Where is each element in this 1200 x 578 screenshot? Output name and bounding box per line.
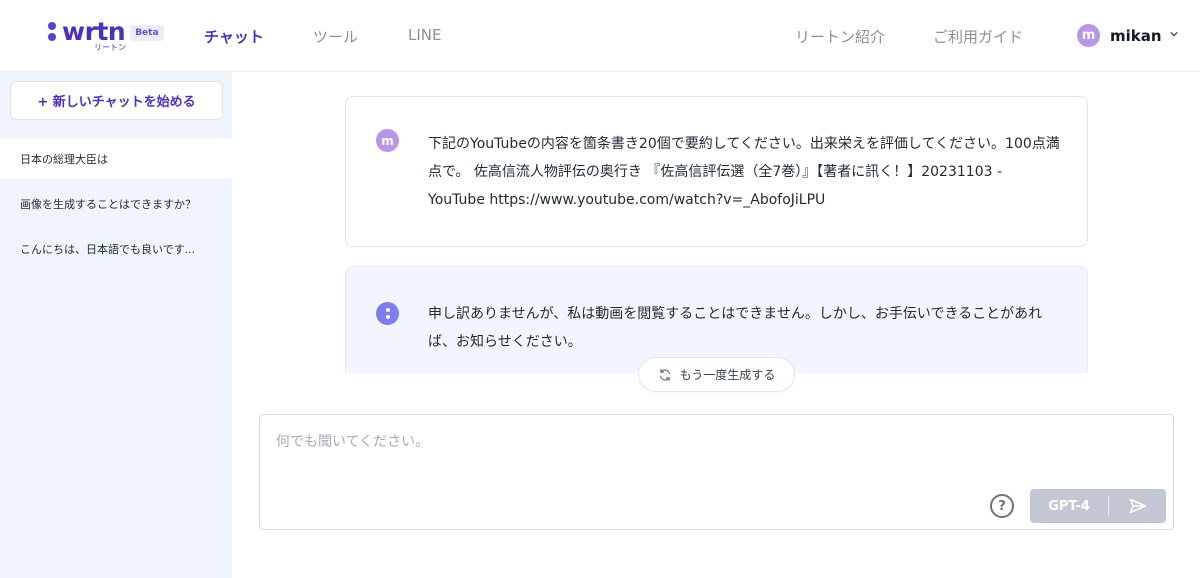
- regenerate-button[interactable]: もう一度生成する: [638, 357, 795, 392]
- nav-line[interactable]: LINE: [408, 26, 441, 44]
- nav-about-wrtn[interactable]: リートン紹介: [795, 26, 885, 47]
- user-message-text: 下記のYouTubeの内容を箇条書き20個で要約してください。出来栄えを評価して…: [428, 136, 1060, 208]
- nav-usage-guide[interactable]: ご利用ガイド: [933, 26, 1023, 47]
- history-item[interactable]: こんにちは、日本語でも良いです...: [0, 229, 232, 269]
- help-icon[interactable]: ?: [990, 494, 1014, 518]
- user-avatar: m: [1077, 24, 1100, 47]
- user-name: mikan: [1110, 26, 1162, 45]
- regenerate-label: もう一度生成する: [679, 368, 776, 382]
- top-header: wrtn Beta リートン チャット ツール LINE リートン紹介 ご利用ガ…: [0, 0, 1200, 72]
- model-selector[interactable]: GPT-4: [1030, 499, 1108, 514]
- logo-subtext: リートン: [94, 43, 126, 52]
- composer: ? GPT-4: [259, 414, 1174, 530]
- sidebar: + 新しいチャットを始める 日本の総理大臣は 画像を生成することはできますか？ …: [0, 72, 232, 578]
- history-item[interactable]: 日本の総理大臣は: [0, 139, 232, 179]
- user-message-avatar: m: [376, 129, 399, 152]
- bot-avatar-icon: [376, 302, 399, 325]
- message-input[interactable]: [276, 431, 1156, 491]
- nav-tools[interactable]: ツール: [313, 26, 358, 47]
- user-message: m 下記のYouTubeの内容を箇条書き20個で要約してください。出来栄えを評価…: [345, 96, 1088, 247]
- history-item[interactable]: 画像を生成することはできますか？: [0, 184, 232, 224]
- send-controls: GPT-4: [1030, 489, 1166, 523]
- send-icon: [1129, 498, 1146, 514]
- beta-badge: Beta: [130, 25, 164, 41]
- refresh-icon: [659, 368, 670, 381]
- chevron-down-icon: [1169, 31, 1178, 37]
- bot-message-text: 申し訳ありませんが、私は動画を閲覧することはできません。しかし、お手伝いできるこ…: [428, 306, 1043, 350]
- nav-chat[interactable]: チャット: [204, 26, 264, 47]
- wrtn-logo[interactable]: wrtn Beta リートン: [48, 18, 164, 52]
- user-menu[interactable]: m mikan: [1077, 24, 1178, 47]
- new-chat-button[interactable]: + 新しいチャットを始める: [10, 81, 223, 120]
- send-button[interactable]: [1109, 498, 1166, 514]
- logo-dots-icon: [48, 22, 58, 44]
